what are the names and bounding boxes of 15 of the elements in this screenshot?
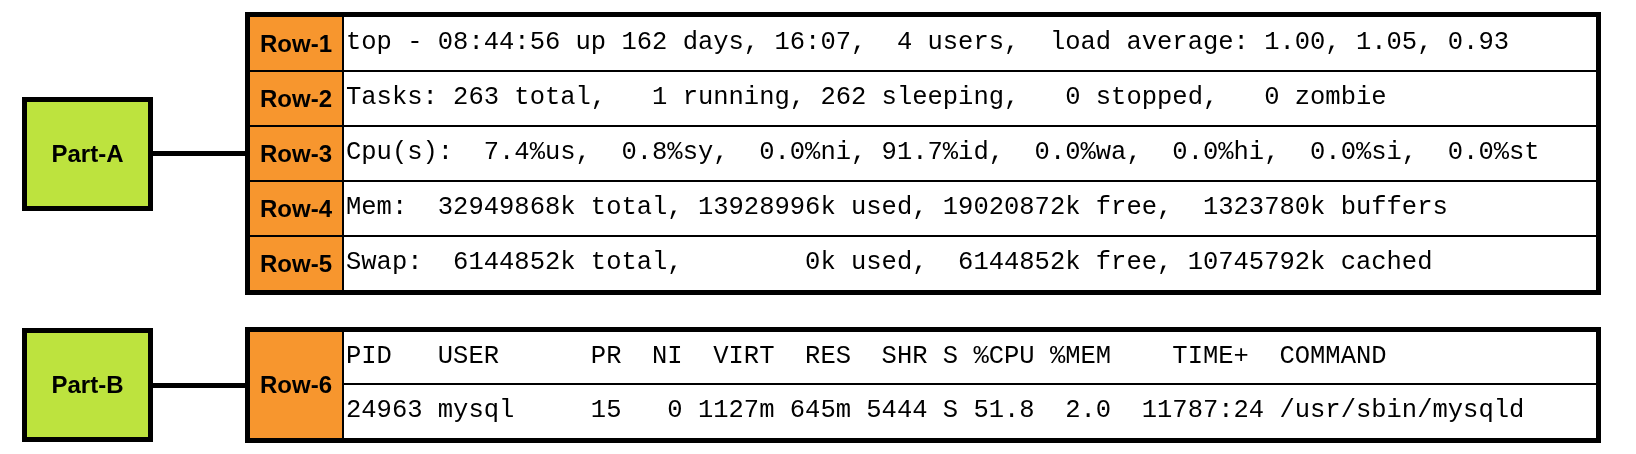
row-label: Row-5 xyxy=(250,237,344,290)
row-label: Row-6 xyxy=(250,332,344,438)
terminal-line: Cpu(s): 7.4%us, 0.8%sy, 0.0%ni, 91.7%id, 0.0%wa, 0.0%hi, 0.0%si, 0.0%st xyxy=(346,137,1540,170)
terminal-line: top - 08:44:56 up 162 days, 16:07, 4 users, load average: 1.00, 1.05, 0.93 xyxy=(346,27,1509,60)
row-label: Row-2 xyxy=(250,72,344,125)
row-label: Row-1 xyxy=(250,17,344,70)
part-label: Part-B xyxy=(22,328,153,442)
row-label: Row-3 xyxy=(250,127,344,180)
terminal-line: PID USER PR NI VIRT RES SHR S %CPU %MEM TIME+ COMMAND xyxy=(346,341,1387,374)
terminal-line: 24963 mysql 15 0 1127m 645m 5444 S 51.8 2.0 11787:24 /usr/sbin/mysqld xyxy=(346,395,1525,428)
terminal-line: Tasks: 263 total, 1 running, 262 sleeping, 0 stopped, 0 zombie xyxy=(346,82,1387,115)
terminal-line: Mem: 32949868k total, 13928996k used, 19020872k free, 1323780k buffers xyxy=(346,192,1448,225)
row-label: Row-4 xyxy=(250,182,344,235)
part-label: Part-A xyxy=(22,96,153,211)
terminal-line: Swap: 6144852k total, 0k used, 6144852k free, 10745792k cached xyxy=(346,247,1433,280)
